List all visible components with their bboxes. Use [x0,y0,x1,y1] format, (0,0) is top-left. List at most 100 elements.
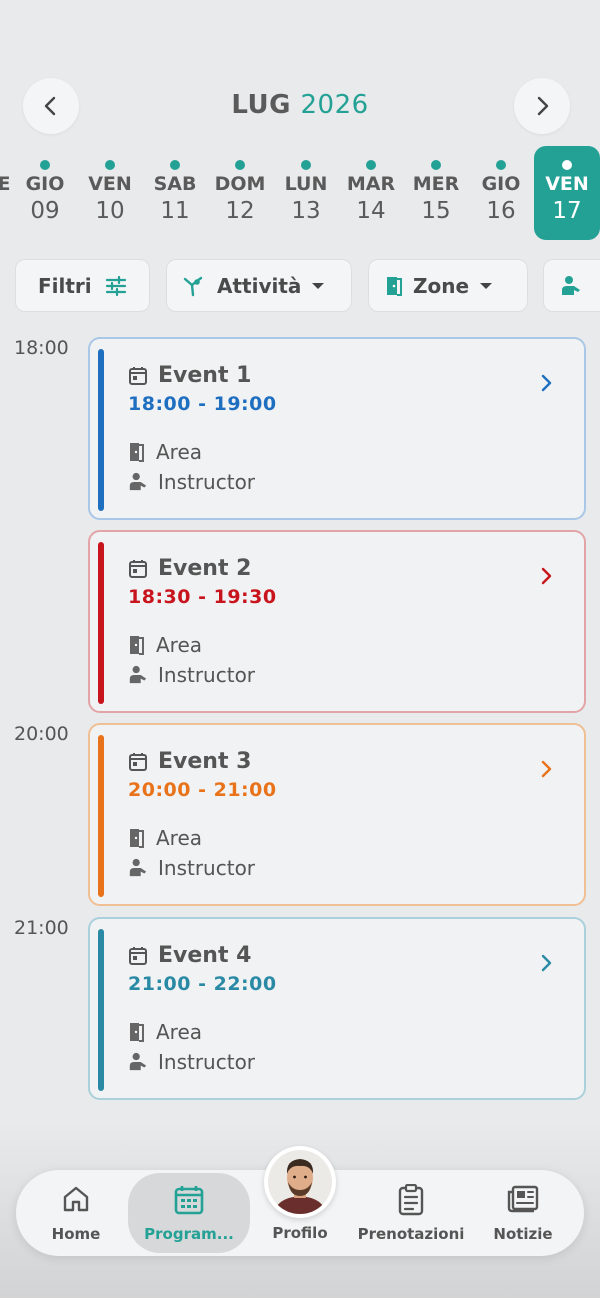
clipboard-list-icon [398,1184,424,1216]
sliders-icon [105,275,127,296]
day-name: MER [412,173,460,195]
day-name: VEN [545,173,589,195]
calendar-icon [129,366,147,385]
day-item[interactable]: GIO 09 [13,146,77,240]
event-dot [431,160,441,170]
calendar-icon [129,752,147,771]
instructor-icon [560,275,582,297]
activity-icon [183,275,207,297]
day-name: GIO [481,173,521,195]
time-label: 20:00 [14,723,69,745]
caret-down-icon [311,281,325,291]
time-label: 18:00 [14,337,69,359]
instructor-label: Instructor [158,856,256,880]
day-selector: E GIO 09 VEN 10 SAB 11 DOM 12 LUN 13 MAR… [0,146,600,240]
zone-dropdown[interactable]: Zone [368,259,528,312]
event-card[interactable]: Event 2 18:30 - 19:30 Area Instructor [88,530,586,713]
day-item[interactable]: LUN 13 [274,146,338,240]
event-instructor: Instructor [128,470,255,494]
area-label: Area [156,440,203,464]
filters-button[interactable]: Filtri [15,259,150,312]
day-date: 11 [160,198,190,224]
time-label: 21:00 [14,917,69,939]
event-card[interactable]: Event 4 21:00 - 22:00 Area Instructor [88,917,586,1100]
area-label: Area [156,826,203,850]
event-title: Event 2 [158,556,252,581]
nav-programma[interactable]: Program... [128,1173,250,1253]
nav-prenotazioni[interactable]: Prenotazioni [356,1170,466,1256]
day-date: 14 [356,198,386,224]
day-date: 13 [291,198,321,224]
area-label: Area [156,1020,203,1044]
event-time: 18:30 - 19:30 [128,586,277,608]
nav-notizie[interactable]: Notizie [486,1170,560,1256]
calendar-icon [174,1186,204,1215]
event-title: Event 1 [158,363,252,388]
day-name: GIO [25,173,65,195]
instructor-icon [129,665,147,684]
day-date: 15 [421,198,451,224]
chevron-right-icon [537,96,549,116]
door-icon [130,636,144,655]
door-icon [385,275,403,297]
day-date: 10 [95,198,125,224]
day-name: SAB [153,173,197,195]
event-card[interactable]: Event 1 18:00 - 19:00 Area Instructor [88,337,586,520]
event-dot [40,160,50,170]
newspaper-icon [507,1185,539,1213]
door-icon [130,829,144,848]
day-name: VEN [88,173,132,195]
nav-notizie-label: Notizie [493,1225,553,1243]
area-label: Area [156,633,203,657]
day-item[interactable]: GIO 16 [469,146,533,240]
day-item[interactable]: VEN 10 [78,146,142,240]
calendar-icon [129,946,147,965]
event-time: 21:00 - 22:00 [128,973,277,995]
instructor-dropdown[interactable] [543,259,600,312]
day-name: LUN [284,173,328,195]
nav-home-label: Home [51,1225,101,1243]
chevron-right-icon [541,567,552,585]
event-card[interactable]: Event 3 20:00 - 21:00 Area Instructor [88,723,586,906]
event-area: Area [128,1020,202,1044]
year-label: 2026 [300,90,369,120]
event-title: Event 4 [158,943,252,968]
zone-label: Zone [413,273,470,298]
day-item[interactable]: SAB 11 [143,146,207,240]
event-area: Area [128,633,202,657]
home-icon [63,1186,89,1212]
caret-down-icon [479,281,493,291]
nav-home[interactable]: Home [36,1170,116,1256]
instructor-icon [129,472,147,491]
calendar-header: LUG 2026 [0,78,600,134]
avatar[interactable] [264,1146,336,1218]
day-item[interactable]: MER 15 [404,146,468,240]
chevron-right-icon [541,374,552,392]
event-instructor: Instructor [128,1050,255,1074]
day-item[interactable]: DOM 12 [208,146,272,240]
door-icon [130,443,144,462]
filter-bar: Filtri Attività Zone [0,259,600,313]
event-dot [366,160,376,170]
calendar-icon [129,559,147,578]
month-year-title: LUG 2026 [0,90,600,120]
day-item[interactable]: MAR 14 [339,146,403,240]
next-month-button[interactable] [514,78,570,134]
event-instructor: Instructor [128,663,255,687]
event-dot [235,160,245,170]
event-time: 18:00 - 19:00 [128,393,277,415]
door-icon [130,1023,144,1042]
profile-photo [268,1150,332,1214]
event-dot [301,160,311,170]
instructor-label: Instructor [158,1050,256,1074]
event-color-bar [98,929,104,1091]
instructor-icon [129,1052,147,1071]
instructor-label: Instructor [158,663,256,687]
event-time: 20:00 - 21:00 [128,779,277,801]
day-item-selected[interactable]: VEN 17 [534,146,600,240]
day-name: MAR [346,173,396,195]
activity-dropdown[interactable]: Attività [166,259,352,312]
event-dot [170,160,180,170]
nav-programma-label: Program... [144,1225,234,1243]
day-date: 17 [552,198,582,224]
